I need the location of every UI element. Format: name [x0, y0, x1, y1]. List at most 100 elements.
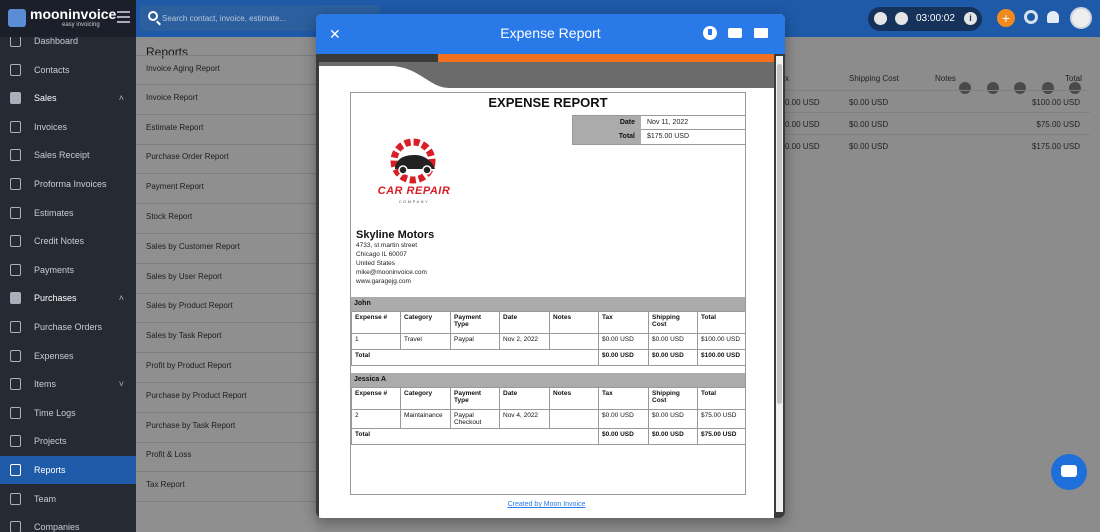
sidebar-item-label: Expenses: [34, 350, 74, 361]
reports-panel: Reports Invoice Aging Report Invoice Repo…: [136, 37, 316, 532]
stop-icon[interactable]: [895, 12, 908, 25]
column-header: Payment Type: [450, 311, 500, 334]
report-list-item[interactable]: Payment Report: [136, 174, 316, 205]
report-list-item[interactable]: Tax Report: [136, 472, 316, 503]
sidebar-item-credit-notes[interactable]: Credit Notes: [0, 227, 136, 255]
timer-info-icon[interactable]: i: [964, 12, 977, 25]
total-label: Total: [351, 428, 599, 445]
companies-icon: [10, 521, 21, 532]
chevron-icon[interactable]: ˄: [119, 293, 124, 303]
download-icon[interactable]: [703, 26, 717, 40]
play-icon[interactable]: [874, 12, 887, 25]
sidebar-item-reports[interactable]: Reports: [0, 456, 136, 484]
sidebar-item-items[interactable]: Items ˅: [0, 370, 136, 398]
sidebar: Dashboard Contacts Sales ˄ Invoices Sales Rec…: [0, 37, 136, 532]
header-wave-decoration: [319, 62, 774, 88]
report-list-item[interactable]: Estimate Report: [136, 115, 316, 145]
column-header: Expense #: [351, 387, 401, 410]
sidebar-item-purchases[interactable]: Purchases ˄: [0, 284, 136, 312]
table-row[interactable]: 0.00 USD $0.00 USD $75.00 USD: [785, 112, 1090, 134]
sidebar-item-expenses[interactable]: Expenses: [0, 342, 136, 370]
sidebar-item-contacts[interactable]: Contacts: [0, 56, 136, 84]
email-icon[interactable]: [754, 28, 768, 38]
sidebar-item-sales[interactable]: Sales ˄: [0, 84, 136, 112]
sidebar-item-dashboard[interactable]: Dashboard: [0, 37, 136, 55]
car-logo-subtext: COMPANY: [398, 199, 430, 204]
address-line: United States: [356, 260, 396, 267]
sidebar-item-time-logs[interactable]: Time Logs: [0, 399, 136, 427]
table-cell: $100.00 USD: [697, 333, 746, 350]
report-title: EXPENSE REPORT: [488, 95, 608, 110]
company-website: www.garagejg.com: [356, 278, 411, 285]
table-cell: 2: [351, 409, 401, 429]
sidebar-item-projects[interactable]: Projects: [0, 427, 136, 455]
report-list-item[interactable]: Purchase by Task Report: [136, 413, 316, 443]
column-header: Expense #: [351, 311, 401, 334]
total-cell: $0.00 USD: [648, 428, 698, 445]
report-list-item[interactable]: Sales by User Report: [136, 264, 316, 294]
sidebar-item-label: Companies: [34, 522, 80, 532]
report-list-item[interactable]: Profit by Product Report: [136, 353, 316, 383]
add-new-button[interactable]: +: [997, 9, 1015, 27]
column-header: Tax: [598, 387, 649, 410]
column-header: Category: [400, 387, 451, 410]
report-list-item[interactable]: Sales by Product Report: [136, 293, 316, 324]
company-email: mike@mooninvoice.com: [356, 269, 427, 276]
table-cell: Paypal: [450, 333, 500, 350]
scrollbar-thumb[interactable]: [777, 64, 782, 404]
sidebar-item-label: Purchases: [34, 293, 77, 304]
column-header: Shipping Cost: [648, 387, 698, 410]
total-label: Total: [351, 349, 599, 366]
scrollbar[interactable]: [776, 56, 783, 512]
report-list-item[interactable]: Sales by Task Report: [136, 323, 316, 354]
chat-support-icon[interactable]: [1051, 454, 1087, 490]
chevron-icon[interactable]: ˄: [119, 93, 124, 103]
sidebar-item-proforma-invoices[interactable]: Proforma Invoices: [0, 170, 136, 198]
report-list-item[interactable]: Purchase Order Report: [136, 144, 316, 175]
bg-cell-shipping: $0.00 USD: [849, 142, 889, 151]
sidebar-item-purchase-orders[interactable]: Purchase Orders: [0, 313, 136, 341]
settings-gear-icon[interactable]: [1024, 10, 1038, 24]
total-row: Total $0.00 USD $0.00 USD $100.00 USD: [351, 349, 746, 366]
report-list-item[interactable]: Purchase by Product Report: [136, 383, 316, 413]
payments-icon: [10, 263, 21, 276]
column-header: Notes: [549, 387, 599, 410]
bg-col-total: Total: [1065, 74, 1082, 83]
notification-bell-icon[interactable]: [1047, 11, 1059, 23]
purchases-icon: [10, 292, 21, 305]
report-list-item[interactable]: Invoice Aging Report: [136, 55, 316, 85]
bg-cell-a: 0.00 USD: [785, 120, 820, 129]
time-logs-icon: [10, 406, 21, 419]
sidebar-item-estimates[interactable]: Estimates: [0, 199, 136, 227]
document-viewer[interactable]: EXPENSE REPORT Date Nov 11, 2022 Total $…: [316, 54, 785, 518]
column-header: Shipping Cost: [648, 311, 698, 334]
sidebar-item-invoices[interactable]: Invoices: [0, 113, 136, 141]
bg-cell-shipping: $0.00 USD: [849, 98, 889, 107]
sidebar-item-label: Reports: [34, 465, 66, 475]
sidebar-item-label: Dashboard: [34, 37, 79, 46]
report-list-item[interactable]: Profit & Loss: [136, 442, 316, 473]
report-list-item[interactable]: Sales by Customer Report: [136, 234, 316, 264]
brand-area: mooninvoice easy invoicing: [0, 0, 136, 37]
sidebar-item-sales-receipt[interactable]: Sales Receipt: [0, 141, 136, 169]
report-list-item[interactable]: Invoice Report: [136, 85, 316, 115]
chevron-icon[interactable]: ˅: [119, 379, 124, 389]
search-icon: [148, 11, 158, 21]
sidebar-item-payments[interactable]: Payments: [0, 256, 136, 284]
report-list-item[interactable]: Stock Report: [136, 204, 316, 234]
print-icon[interactable]: [728, 28, 742, 38]
sidebar-item-label: Sales: [34, 93, 57, 104]
total-cell: $75.00 USD: [697, 428, 746, 445]
table-cell: Nov 4, 2022: [499, 409, 550, 429]
car-logo-text: CAR REPAIR: [377, 185, 451, 197]
hamburger-menu-icon[interactable]: [117, 11, 130, 23]
created-by-link[interactable]: Created by Moon Invoice: [319, 501, 774, 508]
sidebar-item-team[interactable]: Team: [0, 485, 136, 513]
bg-cell-a: 0.00 USD: [785, 142, 820, 151]
table-row[interactable]: 0.00 USD $0.00 USD $100.00 USD: [785, 90, 1090, 112]
user-avatar[interactable]: [1070, 7, 1092, 29]
table-row[interactable]: 0.00 USD $0.00 USD $175.00 USD: [785, 134, 1090, 156]
sidebar-item-companies[interactable]: Companies: [0, 513, 136, 532]
expenses-icon: [10, 349, 21, 362]
meta-date-label: Date: [573, 116, 641, 130]
